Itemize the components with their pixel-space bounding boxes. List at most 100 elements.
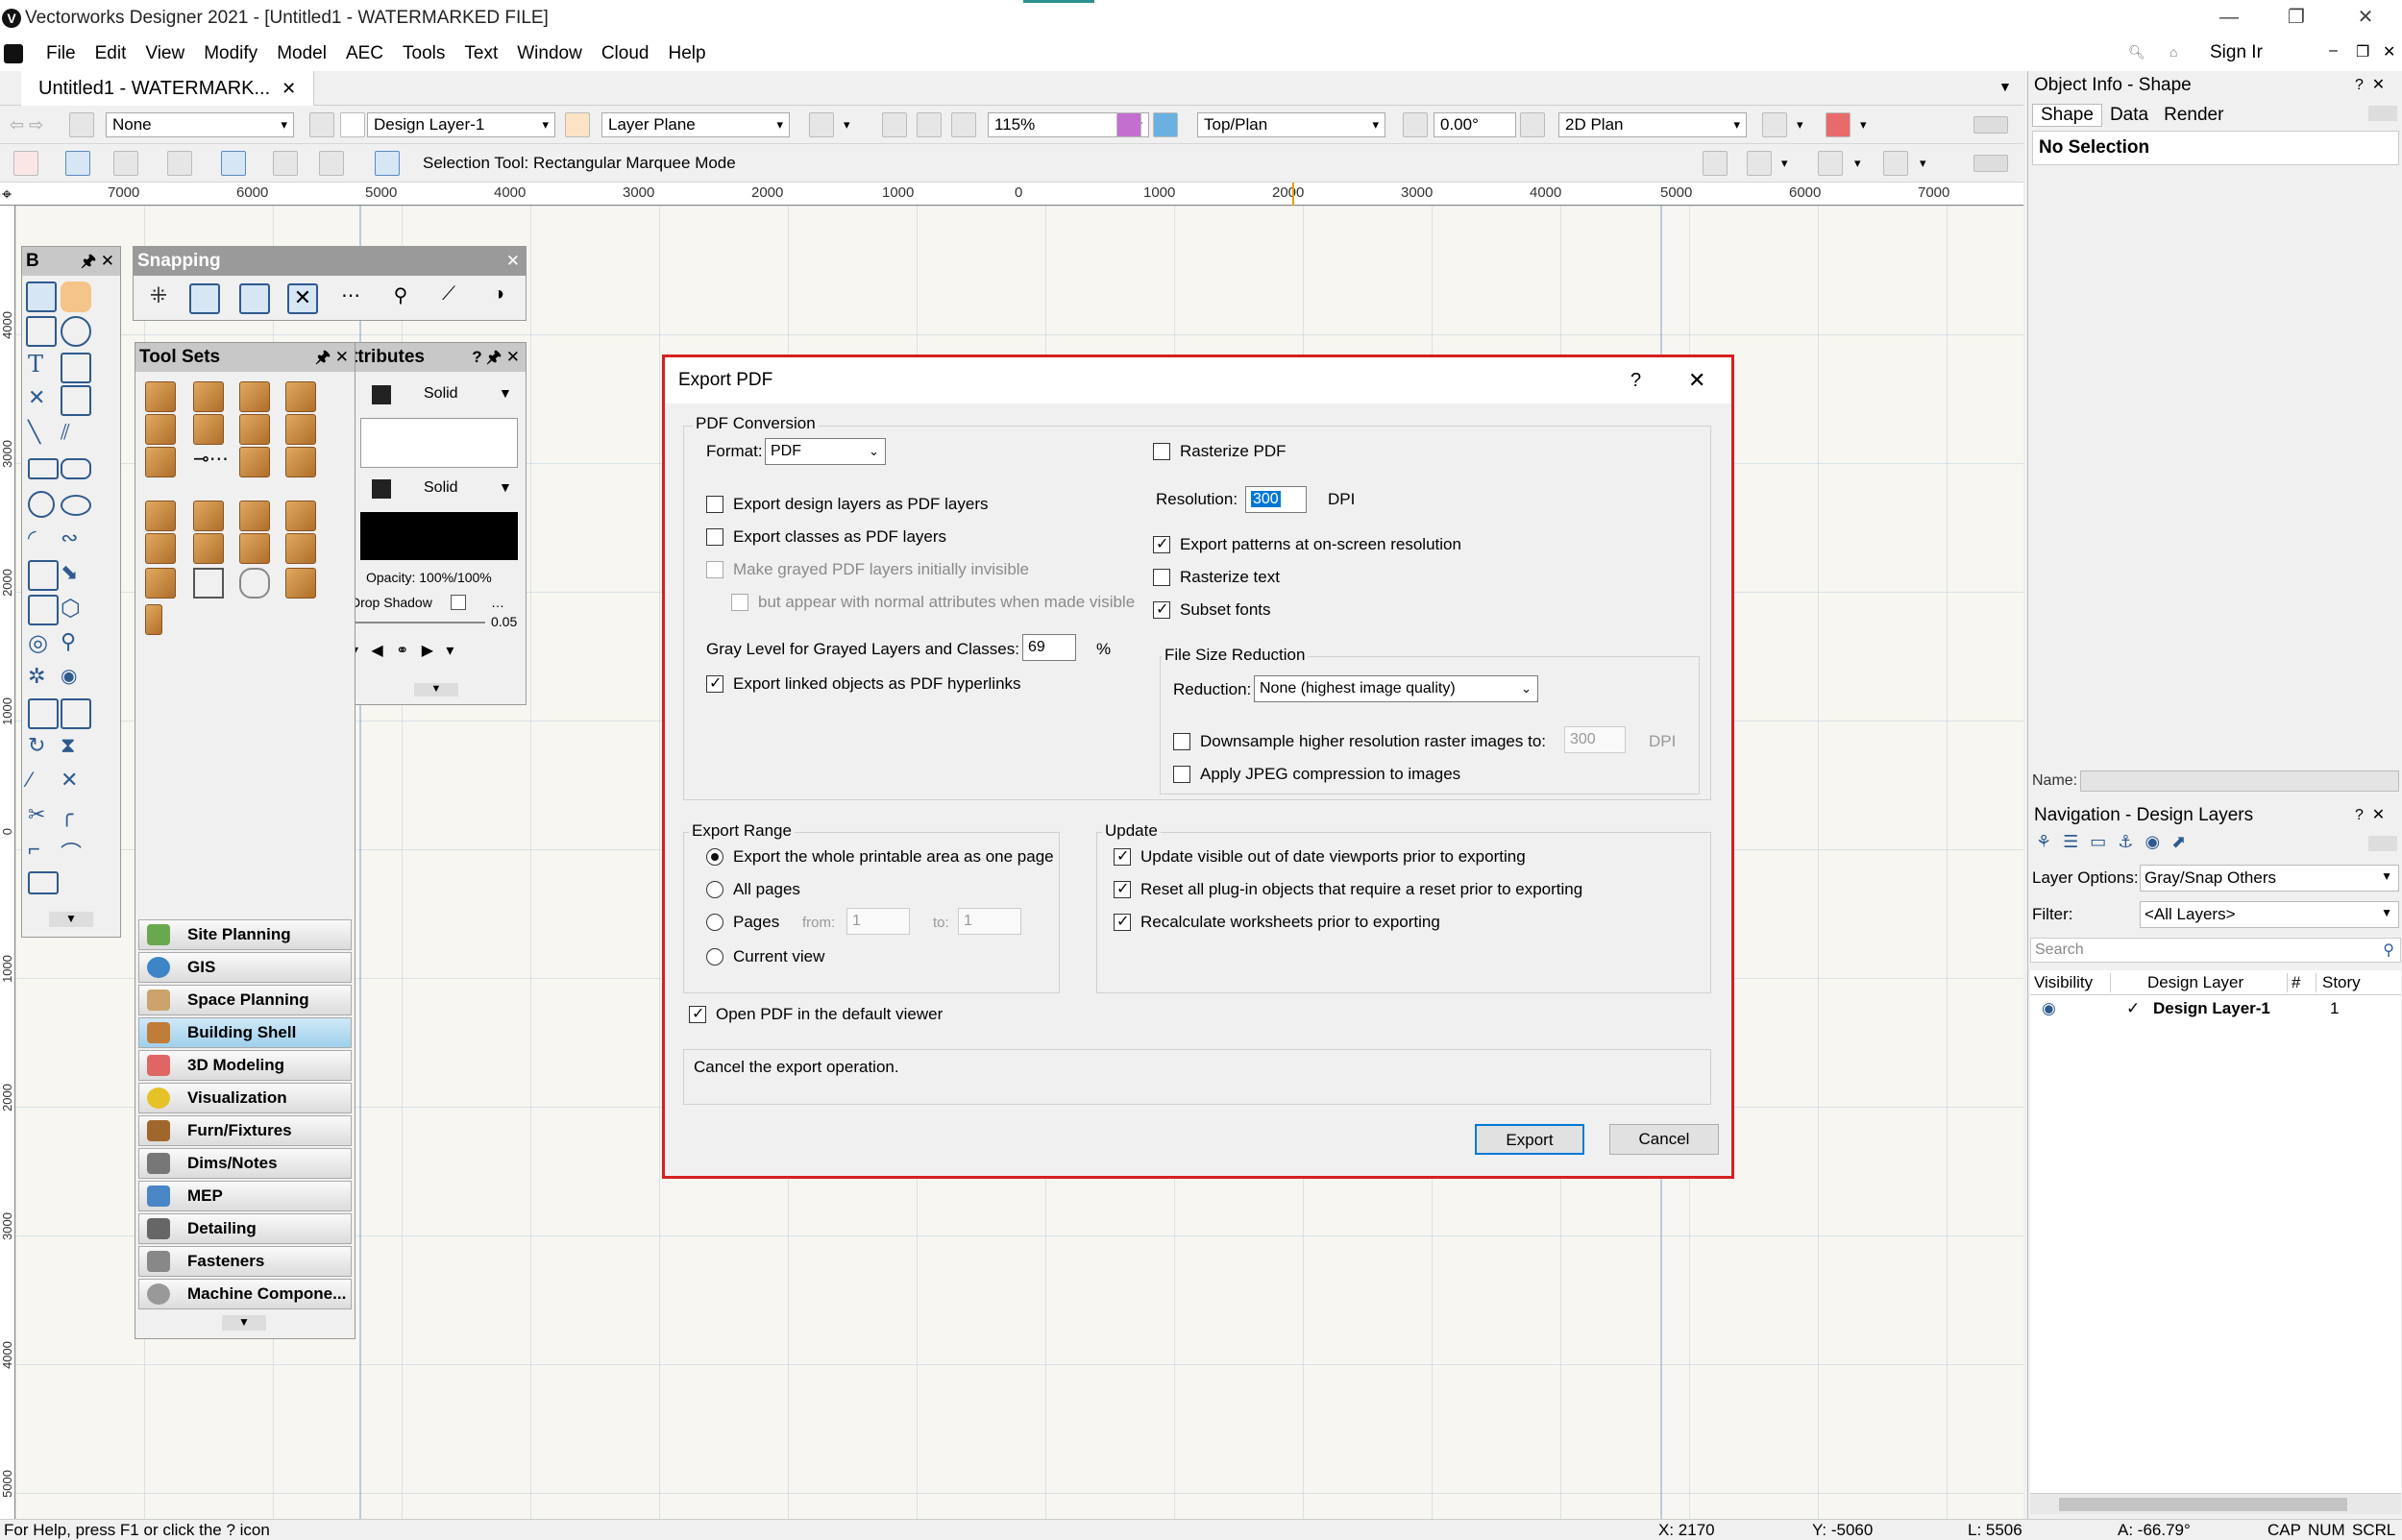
pen-style[interactable]: Solid xyxy=(424,479,458,497)
col-story[interactable]: Story xyxy=(2316,973,2374,992)
doc-close[interactable]: ✕ xyxy=(2383,42,2395,61)
palette-expand-icon[interactable]: ▼ xyxy=(49,912,93,927)
menu-edit[interactable]: Edit xyxy=(86,37,136,71)
toolset-dims-notes[interactable]: Dims/Notes xyxy=(138,1148,352,1179)
palette-toggle-icon[interactable] xyxy=(1883,151,1908,176)
eyedropper-icon[interactable]: ⚲ xyxy=(61,629,91,660)
snap-tangent-icon[interactable]: ◑ xyxy=(483,283,514,314)
dormer-tool-icon[interactable] xyxy=(239,533,270,564)
handrail-tool-icon[interactable] xyxy=(239,568,270,599)
chamfer-tool-icon[interactable]: ⌐ xyxy=(28,837,59,868)
3d-tool[interactable] xyxy=(61,385,91,416)
rotate-tool-icon[interactable]: ↻ xyxy=(28,733,59,764)
connect-tool-icon[interactable]: ⌒ xyxy=(61,837,91,868)
attributes-header-icons[interactable]: ? 🖈 ✕ xyxy=(472,343,520,372)
toolset-gis[interactable]: GIS xyxy=(138,952,352,983)
mirror-tool-icon[interactable]: ⧗ xyxy=(61,733,91,764)
saved-views-icon[interactable]: ◉ xyxy=(2145,832,2160,852)
range-pages-radio[interactable]: Pages xyxy=(706,913,779,932)
sheet-layers-icon[interactable]: ▭ xyxy=(2090,832,2106,852)
toolset-3d-modeling[interactable]: 3D Modeling xyxy=(138,1050,352,1081)
recalc-worksheets-checkbox[interactable]: Recalculate worksheets prior to exportin… xyxy=(1114,912,1440,932)
reduction-select[interactable]: None (highest image quality) ⌄ xyxy=(1254,675,1538,702)
design-layers-icon[interactable]: ☰ xyxy=(2063,832,2078,852)
settings-gear-icon[interactable] xyxy=(1747,151,1772,176)
to-field[interactable]: 1 xyxy=(958,908,1021,935)
visibility-icon[interactable] xyxy=(809,112,834,137)
lighting-dropdown-icon[interactable]: ▾ xyxy=(1797,117,1803,133)
apply-jpeg-checkbox[interactable]: Apply JPEG compression to images xyxy=(1173,765,1460,784)
col-design-layer[interactable]: Design Layer xyxy=(2140,972,2288,992)
view-select[interactable]: Top/Plan ▾ xyxy=(1197,112,1385,137)
visible-eye-icon[interactable]: ◉ xyxy=(2042,999,2056,1018)
line-weight-slider[interactable] xyxy=(351,622,485,623)
oval-tool[interactable] xyxy=(61,495,91,516)
attributes-header[interactable]: ttributes ? 🖈 ✕ xyxy=(347,343,526,372)
plane-select[interactable]: Layer Plane ▾ xyxy=(601,112,790,137)
opacity-text[interactable]: Opacity: 100%/100% xyxy=(366,570,492,585)
grid-bubble-tool-icon[interactable] xyxy=(239,501,270,531)
export-design-layers-checkbox[interactable]: Export design layers as PDF layers xyxy=(706,495,989,514)
framing-tool-icon[interactable] xyxy=(239,447,270,477)
arc-tool-icon[interactable]: ◜ xyxy=(28,526,59,556)
render-select[interactable]: 2D Plan ▾ xyxy=(1558,112,1747,137)
freehand-tool-icon[interactable]: ∾ xyxy=(61,526,91,556)
rotation-icon[interactable] xyxy=(1403,112,1428,137)
snap-smart-edge-icon[interactable]: ⟋ xyxy=(433,283,464,314)
text-tool-icon[interactable]: T xyxy=(28,351,59,381)
restore-button[interactable]: ❐ xyxy=(2277,2,2316,33)
col-number[interactable]: # xyxy=(2288,972,2316,992)
snap-smart-point-icon[interactable]: ⚲ xyxy=(385,283,416,314)
minimize-button[interactable]: — xyxy=(2210,2,2248,33)
class-display-dropdown-icon[interactable]: ▾ xyxy=(1860,117,1867,133)
viewports-icon[interactable]: ⚓ xyxy=(2118,832,2133,852)
export-patterns-checkbox[interactable]: Export patterns at on-screen resolution xyxy=(1153,534,1461,554)
roof-face-tool-icon[interactable] xyxy=(285,414,316,445)
menu-view[interactable]: View xyxy=(135,37,194,71)
toolbar-collapse-icon[interactable] xyxy=(1973,155,2008,172)
layer-color-icon[interactable] xyxy=(340,112,365,137)
attributes-expand-icon[interactable]: ▼ xyxy=(414,683,458,697)
spiral-tool-icon[interactable]: ◎ xyxy=(28,629,59,660)
wall-peak-tool-icon[interactable] xyxy=(145,533,176,564)
toolset-detailing[interactable]: Detailing xyxy=(138,1213,352,1244)
viewbar-collapse-icon[interactable] xyxy=(1973,116,2008,134)
dialog-close-icon[interactable]: ✕ xyxy=(1688,357,1705,403)
gutter-tool-icon[interactable] xyxy=(145,568,176,599)
double-line-tool-icon[interactable]: ⫽ xyxy=(61,420,91,451)
resolution-field[interactable]: 300 xyxy=(1245,486,1307,513)
cabinet-tool-icon[interactable] xyxy=(285,501,316,531)
polyline-tool[interactable] xyxy=(28,560,59,591)
menu-modify[interactable]: Modify xyxy=(194,37,267,71)
open-pdf-checkbox[interactable]: Open PDF in the default viewer xyxy=(689,1004,943,1024)
window-tool-icon[interactable] xyxy=(193,414,224,445)
circle-tool[interactable] xyxy=(28,491,55,518)
downsample-checkbox[interactable]: Downsample higher resolution raster imag… xyxy=(1173,732,1546,751)
column-detail-tool-icon[interactable] xyxy=(145,604,162,635)
menu-aec[interactable]: AEC xyxy=(336,37,393,71)
filter-select[interactable]: <All Layers> ▼ xyxy=(2140,901,2399,928)
zoom-fit-icon[interactable] xyxy=(882,112,907,137)
range-current-radio[interactable]: Current view xyxy=(706,947,824,966)
menu-file[interactable]: File xyxy=(37,37,86,71)
back-icon[interactable]: ⇦ ⇨ xyxy=(10,115,43,135)
beam-tool-icon[interactable] xyxy=(145,501,176,531)
reset-plugins-checkbox[interactable]: Reset all plug-in objects that require a… xyxy=(1114,879,1582,899)
rasterize-text-checkbox[interactable]: Rasterize text xyxy=(1153,568,1280,587)
callout-tool[interactable] xyxy=(61,353,91,383)
pan-tool-icon[interactable] xyxy=(61,281,91,312)
single-object-icon[interactable] xyxy=(167,151,192,176)
layers-icon[interactable] xyxy=(309,112,334,137)
doc-restore[interactable]: ❐ xyxy=(2356,42,2369,61)
menu-text[interactable]: Text xyxy=(454,37,507,71)
tab-dropdown-icon[interactable]: ▼ xyxy=(1998,79,2012,94)
table-row[interactable]: ◉ ✓ Design Layer-1 1 xyxy=(2030,997,2401,1022)
range-whole-radio[interactable]: Export the whole printable area as one p… xyxy=(706,847,1054,867)
toolset-visualization[interactable]: Visualization xyxy=(138,1083,352,1113)
col-visibility[interactable]: Visibility xyxy=(2030,972,2111,992)
toolset-machine-components[interactable]: Machine Compone... xyxy=(138,1279,352,1309)
railing-tool-icon[interactable]: ⊸⋯ xyxy=(193,447,229,477)
menu-help[interactable]: Help xyxy=(658,37,715,71)
scroll-thumb[interactable] xyxy=(2059,1498,2347,1511)
polyline-arrow-icon[interactable]: ⬊ xyxy=(61,560,91,591)
